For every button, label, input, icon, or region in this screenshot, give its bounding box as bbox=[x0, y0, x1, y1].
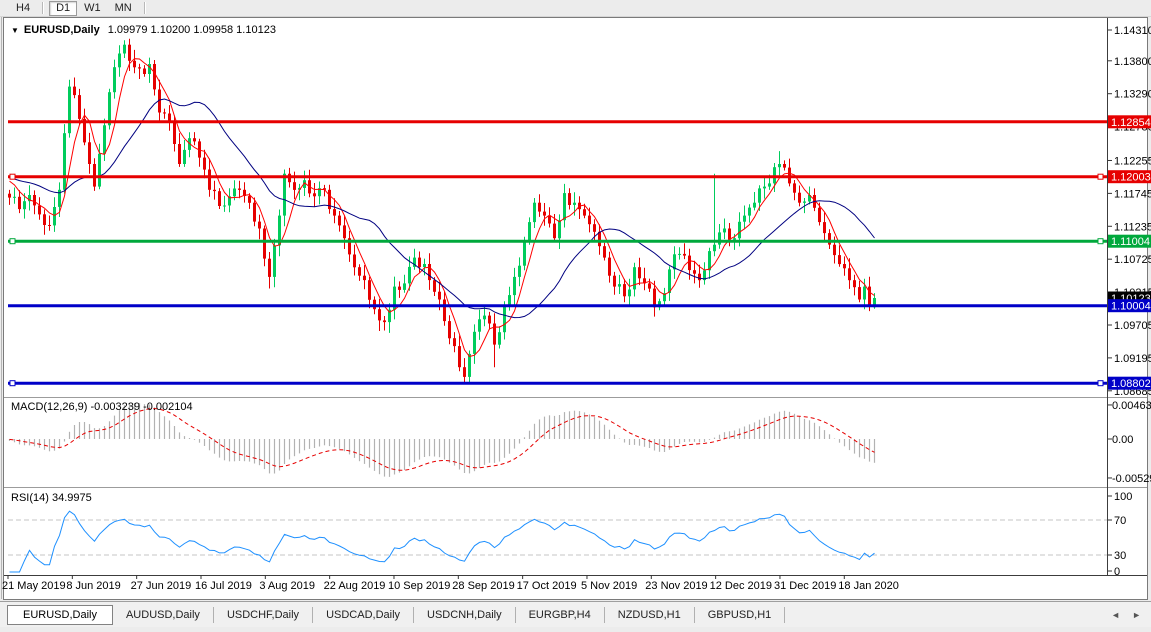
svg-text:1.13800: 1.13800 bbox=[1114, 56, 1151, 68]
svg-text:21 May 2019: 21 May 2019 bbox=[2, 580, 66, 592]
chart-tab-EURGBP-H4[interactable]: EURGBP,H4 bbox=[516, 606, 605, 623]
hline-handle[interactable] bbox=[9, 380, 16, 387]
tab-scroll-left-button[interactable]: ◄ bbox=[1111, 610, 1120, 620]
chart-window-frame bbox=[3, 17, 1148, 600]
svg-text:18 Jan 2020: 18 Jan 2020 bbox=[838, 580, 899, 592]
price-chart: 1.143101.138001.132901.127801.122551.117… bbox=[1, 17, 1151, 600]
svg-text:0.00: 0.00 bbox=[1112, 434, 1133, 446]
svg-text:-0.005299: -0.005299 bbox=[1112, 473, 1151, 485]
svg-text:10 Sep 2019: 10 Sep 2019 bbox=[388, 580, 450, 592]
chart-tab-bar: EURUSD,Daily AUDUSD,Daily USDCHF,Daily USDC… bbox=[0, 601, 1151, 627]
svg-text:28 Sep 2019: 28 Sep 2019 bbox=[452, 580, 514, 592]
svg-text:1.11004: 1.11004 bbox=[1111, 236, 1150, 248]
svg-text:27 Jun 2019: 27 Jun 2019 bbox=[131, 580, 192, 592]
chart-tab-GBPUSD-H1[interactable]: GBPUSD,H1 bbox=[695, 606, 786, 623]
svg-text:1.10004: 1.10004 bbox=[1111, 301, 1151, 313]
hline-handle[interactable] bbox=[9, 238, 16, 245]
chart-tab-USDCNH-Daily[interactable]: USDCNH,Daily bbox=[414, 606, 516, 623]
macd-label: MACD(12,26,9) -0.003239 -0.002104 bbox=[11, 401, 193, 413]
svg-text:30: 30 bbox=[1114, 550, 1126, 562]
hline-handle[interactable] bbox=[9, 173, 16, 180]
tab-scroll-right-button[interactable]: ► bbox=[1132, 610, 1141, 620]
timeframe-button-D1[interactable]: D1 bbox=[49, 0, 78, 16]
svg-text:1.12003: 1.12003 bbox=[1111, 172, 1151, 184]
svg-text:1.14310: 1.14310 bbox=[1114, 25, 1151, 37]
rsi-label: RSI(14) 34.9975 bbox=[11, 492, 92, 504]
chart-tab-NZDUSD-H1[interactable]: NZDUSD,H1 bbox=[605, 606, 695, 623]
timeframe-button-W1[interactable]: W1 bbox=[77, 1, 108, 16]
svg-text:31 Dec 2019: 31 Dec 2019 bbox=[774, 580, 836, 592]
svg-text:1.09705: 1.09705 bbox=[1114, 320, 1151, 332]
chart-title-ohlc: 1.09979 1.10200 1.09958 1.10123 bbox=[107, 24, 276, 36]
toolbar-separator bbox=[42, 2, 45, 14]
svg-text:16 Jul 2019: 16 Jul 2019 bbox=[195, 580, 252, 592]
chart-tab-EURUSD-Daily[interactable]: EURUSD,Daily bbox=[7, 604, 113, 625]
svg-text:1.08802: 1.08802 bbox=[1111, 378, 1151, 390]
svg-text:23 Nov 2019: 23 Nov 2019 bbox=[645, 580, 707, 592]
svg-text:1.10725: 1.10725 bbox=[1114, 254, 1151, 266]
svg-text:1.12255: 1.12255 bbox=[1114, 155, 1151, 167]
hline-handle[interactable] bbox=[1097, 238, 1104, 245]
svg-text:1.12854: 1.12854 bbox=[1111, 117, 1151, 129]
svg-text:17 Oct 2019: 17 Oct 2019 bbox=[517, 580, 577, 592]
svg-text:70: 70 bbox=[1114, 515, 1126, 527]
svg-text:3 Aug 2019: 3 Aug 2019 bbox=[259, 580, 315, 592]
svg-text:22 Aug 2019: 22 Aug 2019 bbox=[324, 580, 386, 592]
chart-title: ▼ EURUSD,Daily 1.09979 1.10200 1.09958 1… bbox=[11, 24, 276, 36]
hline-handle[interactable] bbox=[1097, 380, 1104, 387]
svg-text:0.00463: 0.00463 bbox=[1112, 400, 1151, 412]
svg-text:8 Jun 2019: 8 Jun 2019 bbox=[66, 580, 120, 592]
hline-handle[interactable] bbox=[1097, 173, 1104, 180]
chart-tab-AUDUSD-Daily[interactable]: AUDUSD,Daily bbox=[113, 606, 214, 623]
symbol-dropdown-icon[interactable]: ▼ bbox=[11, 26, 19, 35]
svg-text:100: 100 bbox=[1114, 491, 1132, 503]
tab-scroll-nav: ◄ ► bbox=[1111, 610, 1141, 620]
svg-text:1.13290: 1.13290 bbox=[1114, 89, 1151, 101]
svg-text:0: 0 bbox=[1114, 566, 1120, 578]
svg-text:5 Nov 2019: 5 Nov 2019 bbox=[581, 580, 637, 592]
timeframe-button-H4[interactable]: H4 bbox=[9, 1, 37, 16]
svg-text:1.11745: 1.11745 bbox=[1114, 188, 1151, 200]
chart-title-symbol: EURUSD,Daily bbox=[23, 24, 100, 36]
svg-text:1.09195: 1.09195 bbox=[1114, 353, 1151, 365]
timeframe-button-MN[interactable]: MN bbox=[108, 1, 139, 16]
chart-tab-USDCHF-Daily[interactable]: USDCHF,Daily bbox=[214, 606, 314, 623]
chart-tab-USDCAD-Daily[interactable]: USDCAD,Daily bbox=[313, 606, 415, 623]
toolbar-separator bbox=[143, 2, 146, 14]
timeframe-toolbar: H4 D1 W1 MN bbox=[0, 0, 1151, 17]
svg-text:1.11235: 1.11235 bbox=[1114, 221, 1151, 233]
svg-text:12 Dec 2019: 12 Dec 2019 bbox=[710, 580, 772, 592]
